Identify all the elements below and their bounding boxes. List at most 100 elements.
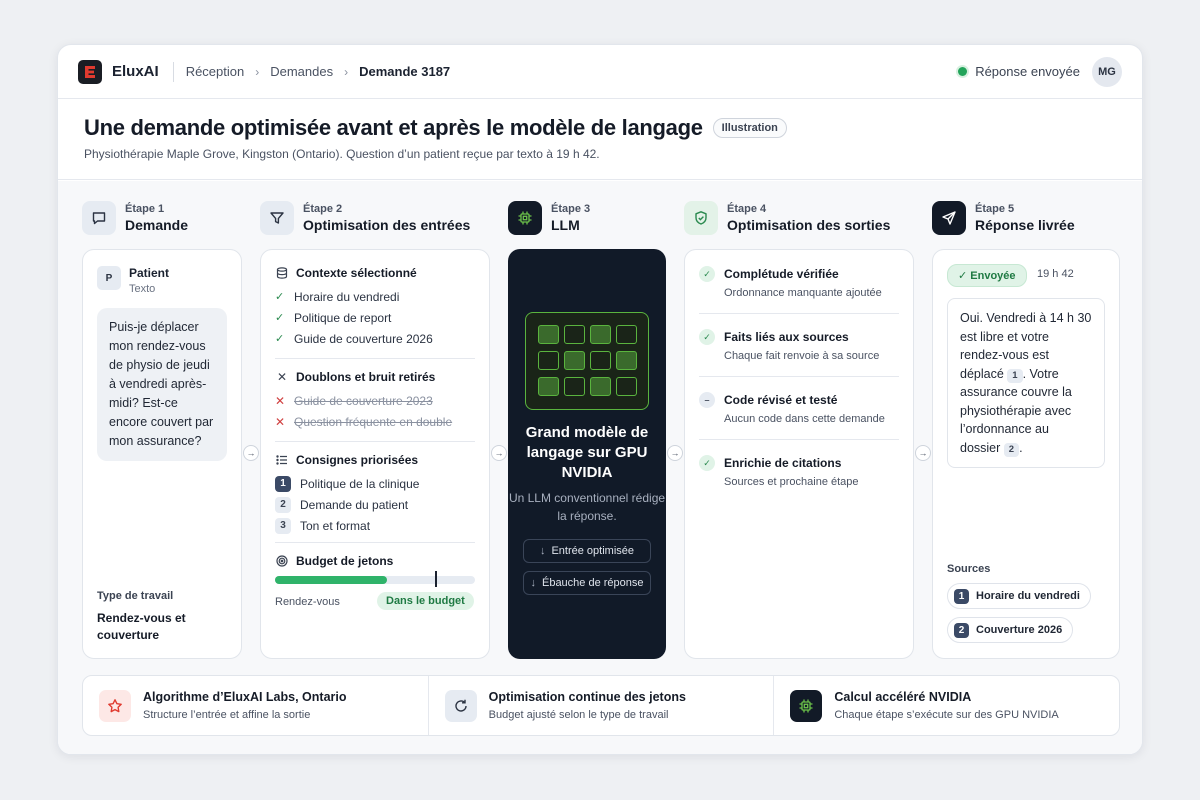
output-optimization-panel: ✓ Complétude vérifiée Ordonnance manquant… bbox=[684, 249, 914, 659]
check-item: ✓ Faits liés aux sources Chaque fait renv… bbox=[699, 329, 899, 362]
feature-footer: Algorithme d’EluxAI Labs, Ontario Structu… bbox=[82, 675, 1120, 736]
step-number: Étape 1 bbox=[125, 203, 165, 215]
check-icon: ✓ bbox=[275, 333, 285, 345]
divider bbox=[172, 61, 174, 82]
message-icon bbox=[82, 201, 116, 235]
patient-message: Puis-je déplacer mon rendez-vous de phys… bbox=[97, 308, 227, 461]
status-text: Réponse envoyée bbox=[975, 64, 1080, 79]
x-icon: ✕ bbox=[275, 414, 286, 429]
list-item: ✓ Horaire du vendredi bbox=[275, 289, 400, 304]
check-item: ✓ Complétude vérifiée Ordonnance manquant… bbox=[699, 266, 899, 299]
source-chip-2[interactable]: 2 Couverture 2026 bbox=[947, 617, 1074, 643]
page-header: Une demande optimisée avant et après le … bbox=[58, 99, 1142, 180]
removed-title: Doublons et bruit retirés bbox=[296, 370, 436, 384]
pipeline-area: Étape 1 Demande Étape 2 Optimisation des e… bbox=[58, 181, 1142, 754]
feature-nvidia: Calcul accéléré NVIDIA Chaque étape s’exé… bbox=[774, 676, 1119, 735]
llm-title: Grand modèle de langage sur GPU NVIDIA bbox=[525, 424, 649, 481]
divider bbox=[275, 542, 475, 543]
budget-status-badge: Dans le budget bbox=[377, 592, 474, 610]
step-5-header: Étape 5 Réponse livrée bbox=[932, 201, 1075, 235]
arrow-right-icon: → bbox=[667, 445, 683, 461]
step-name: LLM bbox=[551, 217, 580, 233]
minus-icon: – bbox=[699, 392, 715, 408]
list-item: 3 Ton et format bbox=[275, 515, 475, 536]
feature-token-optimization: Optimisation continue des jetons Budget a… bbox=[429, 676, 775, 735]
request-panel: P Patient Texto Puis-je déplacer mon ren… bbox=[82, 249, 242, 659]
arrow-down-icon: ↓ bbox=[539, 545, 546, 557]
user-avatar[interactable]: MG bbox=[1092, 56, 1122, 87]
check-icon: ✓ bbox=[699, 329, 715, 345]
target-icon bbox=[275, 555, 289, 567]
list-icon bbox=[275, 454, 289, 466]
check-item: – Code révisé et testé Aucun code dans ce… bbox=[699, 392, 899, 425]
worktype-value: Rendez-vous et couverture bbox=[97, 611, 186, 642]
page-title: Une demande optimisée avant et après le … bbox=[84, 115, 703, 140]
list-item: ✕ Guide de couverture 2023 bbox=[275, 393, 433, 408]
rank-badge: 3 bbox=[275, 517, 291, 534]
sent-time: 19 h 42 bbox=[1037, 268, 1074, 280]
token-budget-fill bbox=[275, 576, 387, 584]
input-optimization-panel: Contexte sélectionné ✓ Horaire du vendred… bbox=[260, 249, 490, 659]
filter-icon bbox=[260, 201, 294, 235]
divider bbox=[699, 376, 899, 377]
token-budget-limit-marker bbox=[435, 571, 437, 587]
budget-label: Rendez-vous bbox=[275, 596, 340, 608]
budget-section: Budget de jetons bbox=[275, 552, 475, 570]
database-icon bbox=[275, 267, 289, 279]
list-item: ✓ Politique de report bbox=[275, 310, 392, 325]
shield-check-icon bbox=[684, 201, 718, 235]
chevron-right-icon: › bbox=[344, 64, 349, 79]
illustration-badge: Illustration bbox=[712, 118, 787, 138]
priority-section: Consignes priorisées 1 Politique de la cl… bbox=[275, 451, 475, 536]
worktype-label: Type de travail bbox=[97, 590, 174, 602]
star-icon bbox=[99, 689, 131, 722]
citation-badge[interactable]: 2 bbox=[1003, 442, 1020, 457]
step-number: Étape 5 bbox=[975, 203, 1015, 215]
step-4-header: Étape 4 Optimisation des sorties bbox=[684, 201, 890, 235]
step-number: Étape 3 bbox=[551, 203, 591, 215]
divider bbox=[699, 313, 899, 314]
send-icon bbox=[932, 201, 966, 235]
page-subtitle: Physiothérapie Maple Grove, Kingston (On… bbox=[84, 147, 600, 161]
top-bar: EluxAI Réception › Demandes › Demande 31… bbox=[58, 45, 1142, 99]
divider bbox=[275, 441, 475, 442]
step-number: Étape 2 bbox=[303, 203, 343, 215]
feature-algorithm: Algorithme d’EluxAI Labs, Ontario Structu… bbox=[83, 676, 429, 735]
list-item: ✕ Question fréquente en double bbox=[275, 414, 453, 429]
token-budget-bar bbox=[275, 576, 475, 584]
list-item: 2 Demande du patient bbox=[275, 494, 475, 515]
x-icon: ✕ bbox=[275, 393, 286, 408]
eluxai-logo-icon[interactable] bbox=[78, 59, 102, 84]
chip-icon bbox=[508, 201, 542, 235]
source-chip-1[interactable]: 1 Horaire du vendredi bbox=[947, 583, 1091, 609]
arrow-right-icon: → bbox=[915, 445, 931, 461]
breadcrumb-reception[interactable]: Réception bbox=[186, 64, 245, 79]
chip-icon bbox=[790, 689, 823, 722]
step-name: Optimisation des sorties bbox=[727, 217, 891, 233]
chevron-right-icon: › bbox=[255, 64, 260, 79]
step-name: Réponse livrée bbox=[975, 217, 1075, 233]
list-item: ✓ Guide de couverture 2026 bbox=[275, 331, 433, 346]
context-section: Contexte sélectionné ✓ Horaire du vendred… bbox=[275, 264, 475, 349]
rank-badge: 1 bbox=[275, 475, 291, 492]
check-icon: ✓ bbox=[699, 266, 715, 282]
breadcrumb-demandes[interactable]: Demandes bbox=[270, 64, 333, 79]
arrow-down-icon: ↓ bbox=[530, 577, 536, 589]
app-window: EluxAI Réception › Demandes › Demande 31… bbox=[57, 44, 1143, 755]
sender-channel: Texto bbox=[129, 283, 156, 295]
rank-badge: 2 bbox=[275, 496, 291, 513]
refresh-icon bbox=[444, 689, 477, 722]
patient-avatar: P bbox=[97, 266, 121, 290]
arrow-right-icon: → bbox=[491, 445, 507, 461]
llm-subtitle: Un LLM conventionnel rédige la réponse. bbox=[508, 491, 666, 523]
list-item: 1 Politique de la clinique bbox=[275, 473, 475, 494]
draft-response-button[interactable]: ↓ Ébauche de réponse bbox=[523, 571, 651, 595]
divider bbox=[699, 439, 899, 440]
priority-title: Consignes priorisées bbox=[296, 453, 419, 467]
removed-section: ✕ Doublons et bruit retirés ✕ Guide de co… bbox=[275, 368, 475, 432]
check-icon: ✓ bbox=[275, 291, 285, 303]
citation-badge[interactable]: 1 bbox=[1007, 368, 1023, 383]
brand-name: EluxAI bbox=[112, 63, 159, 80]
step-name: Optimisation des entrées bbox=[303, 217, 471, 233]
optimized-input-button[interactable]: ↓ Entrée optimisée bbox=[523, 539, 651, 563]
